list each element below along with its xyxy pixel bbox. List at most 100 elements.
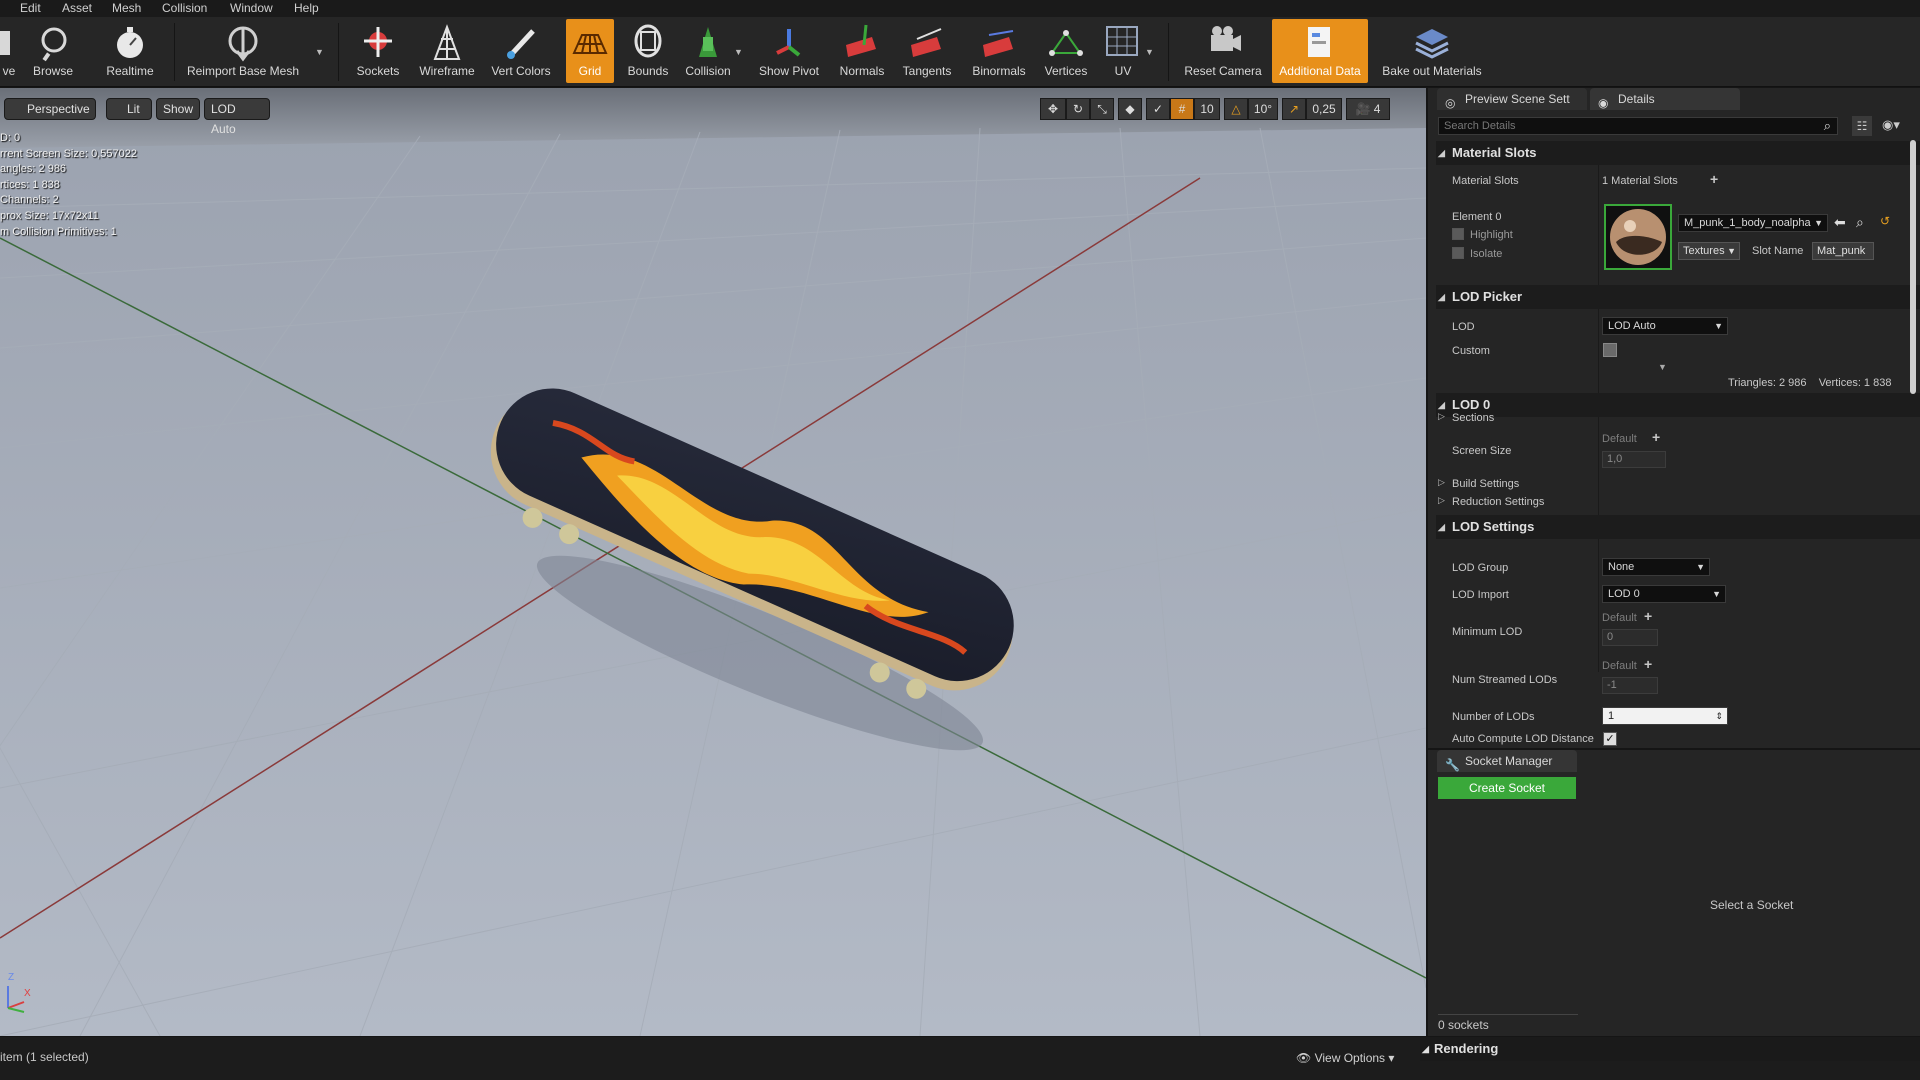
uv-button[interactable]: UV [1100, 19, 1146, 83]
lod-import-dropdown[interactable]: LOD 0 ▼ [1602, 585, 1726, 603]
expand-build-settings-icon[interactable]: ▷ [1438, 477, 1445, 488]
tab-preview-scene-label: Preview Scene Sett [1465, 92, 1570, 106]
menu-edit[interactable]: Edit [20, 1, 41, 15]
menu-window[interactable]: Window [230, 1, 273, 15]
browse-asset-icon[interactable]: ⌕ [1856, 214, 1864, 231]
translate-tool-icon[interactable]: ✥ [1040, 98, 1066, 120]
lod-picker-header[interactable]: ◢ LOD Picker [1436, 285, 1920, 309]
search-details-input[interactable]: Search Details ⌕ [1438, 117, 1838, 135]
browse-button[interactable]: Browse [24, 19, 82, 83]
sockets-icon [364, 27, 392, 57]
minimum-lod-input[interactable]: 0 [1602, 629, 1658, 646]
expand-advanced-icon[interactable]: ▼ [1658, 362, 1667, 372]
uv-dropdown-icon[interactable]: ▼ [1145, 47, 1154, 57]
material-thumbnail[interactable] [1604, 204, 1672, 270]
lod-settings-header[interactable]: ◢ LOD Settings [1436, 515, 1920, 539]
grid-snap-icon[interactable]: # [1170, 98, 1194, 120]
menu-collision[interactable]: Collision [162, 1, 207, 15]
sections-label[interactable]: Sections [1452, 412, 1494, 424]
rotation-snap-value[interactable]: 10° [1248, 98, 1278, 120]
world-local-icon[interactable]: ◆ [1118, 98, 1142, 120]
collision-button[interactable]: Collision [680, 19, 736, 83]
additional-data-button[interactable]: Additional Data [1272, 19, 1368, 83]
material-dropdown[interactable]: M_punk_1_body_noalpha ▼ [1678, 214, 1828, 232]
scale-snap-icon[interactable]: ↗ [1282, 98, 1306, 120]
realtime-button[interactable]: Realtime [100, 19, 160, 83]
create-socket-button[interactable]: Create Socket [1438, 777, 1576, 799]
grid-snap-value[interactable]: 10 [1194, 98, 1220, 120]
custom-checkbox[interactable] [1603, 343, 1617, 357]
show-pivot-button[interactable]: Show Pivot [754, 19, 824, 83]
reimport-button[interactable]: Reimport Base Mesh [182, 19, 304, 83]
tab-preview-scene-settings[interactable]: ◎ Preview Scene Sett [1437, 88, 1587, 110]
wireframe-button[interactable]: Wireframe [412, 19, 482, 83]
surface-snap-icon[interactable]: ✓ [1146, 98, 1170, 120]
status-bar: item (1 selected) 👁 View Options ▾ ◢ Ren… [0, 1037, 1920, 1080]
bake-out-materials-button[interactable]: Bake out Materials [1376, 19, 1488, 83]
reset-camera-button[interactable]: Reset Camera [1180, 19, 1266, 83]
view-columns-icon[interactable]: ☷ [1852, 116, 1872, 136]
scale-snap-value[interactable]: 0,25 [1306, 98, 1342, 120]
use-selected-arrow-icon[interactable]: ⬅ [1834, 214, 1846, 231]
auto-compute-checkbox[interactable]: ✓ [1603, 732, 1617, 746]
add-platform-override-icon[interactable]: + [1644, 608, 1652, 624]
lit-button[interactable]: Lit [106, 98, 152, 120]
textures-dropdown[interactable]: Textures ▼ [1678, 242, 1740, 260]
expand-sections-icon[interactable]: ▷ [1438, 411, 1445, 422]
save-label: ve [2, 64, 16, 78]
perspective-button[interactable]: Perspective [4, 98, 96, 120]
add-platform-override-icon[interactable]: + [1644, 656, 1652, 672]
grid-button[interactable]: Grid [566, 19, 614, 83]
highlight-label: Highlight [1470, 229, 1513, 241]
reimport-dropdown-icon[interactable]: ▼ [315, 47, 324, 57]
material-slots-header[interactable]: ◢ Material Slots [1436, 141, 1920, 165]
bounds-button[interactable]: Bounds [622, 19, 674, 83]
number-of-lods-input[interactable]: 1 ⇕ [1602, 707, 1728, 725]
add-material-slot-icon[interactable]: + [1710, 171, 1718, 187]
rendering-section-header[interactable]: ◢ Rendering [1420, 1037, 1920, 1061]
view-options-button[interactable]: 👁 View Options ▾ [1296, 1048, 1406, 1068]
lod-label: LOD [1452, 321, 1475, 333]
reduction-settings-label[interactable]: Reduction Settings [1452, 496, 1544, 508]
normals-button[interactable]: Normals [832, 19, 892, 83]
chevron-down-icon: ▼ [1712, 589, 1721, 599]
tangents-button[interactable]: Tangents [896, 19, 958, 83]
screen-size-input[interactable]: 1,0 [1602, 451, 1666, 468]
visibility-eye-icon[interactable]: ◉▾ [1882, 117, 1900, 133]
lod-auto-button[interactable]: LOD Auto [204, 98, 270, 136]
lod-group-dropdown[interactable]: None ▼ [1602, 558, 1710, 576]
collapse-icon: ◢ [1438, 148, 1445, 158]
reset-to-default-icon[interactable]: ↺ [1880, 214, 1890, 228]
camera-speed[interactable]: 🎥 4 [1346, 98, 1390, 120]
slot-name-input[interactable]: Mat_punk [1812, 242, 1874, 260]
expand-reduction-settings-icon[interactable]: ▷ [1438, 495, 1445, 506]
add-platform-override-icon[interactable]: + [1652, 429, 1660, 445]
menu-asset[interactable]: Asset [62, 1, 92, 15]
binormals-icon [983, 30, 1014, 57]
vertices-button[interactable]: Vertices [1036, 19, 1096, 83]
tab-details[interactable]: ◉ Details [1590, 88, 1740, 110]
sockets-button[interactable]: Sockets [350, 19, 406, 83]
save-button[interactable]: ve [0, 19, 18, 83]
isolate-checkbox[interactable] [1452, 247, 1464, 259]
menu-mesh[interactable]: Mesh [112, 1, 141, 15]
binormals-button[interactable]: Binormals [964, 19, 1034, 83]
lod-dropdown[interactable]: LOD Auto ▼ [1602, 317, 1728, 335]
highlight-checkbox[interactable] [1452, 228, 1464, 240]
rotation-snap-icon[interactable]: △ [1224, 98, 1248, 120]
collision-dropdown-icon[interactable]: ▼ [734, 47, 743, 57]
viewport[interactable]: Perspective Lit Show LOD Auto D: 0 rrent… [0, 88, 1426, 1036]
build-settings-label[interactable]: Build Settings [1452, 478, 1519, 490]
scale-tool-icon[interactable]: ⤡ [1090, 98, 1114, 120]
rotate-tool-icon[interactable]: ↻ [1066, 98, 1090, 120]
bounds-icon [634, 24, 662, 58]
lod0-header[interactable]: ◢ LOD 0 [1436, 393, 1920, 417]
menu-help[interactable]: Help [294, 1, 319, 15]
vert-colors-button[interactable]: Vert Colors [486, 19, 556, 83]
show-button[interactable]: Show [156, 98, 200, 120]
triangles-vertices-readout: Triangles: 2 986 Vertices: 1 838 [1728, 377, 1892, 389]
tab-socket-manager[interactable]: 🔧 Socket Manager [1437, 750, 1577, 772]
grid-label: Grid [578, 64, 602, 78]
num-streamed-lods-input[interactable]: -1 [1602, 677, 1658, 694]
details-scrollbar[interactable] [1910, 140, 1916, 394]
